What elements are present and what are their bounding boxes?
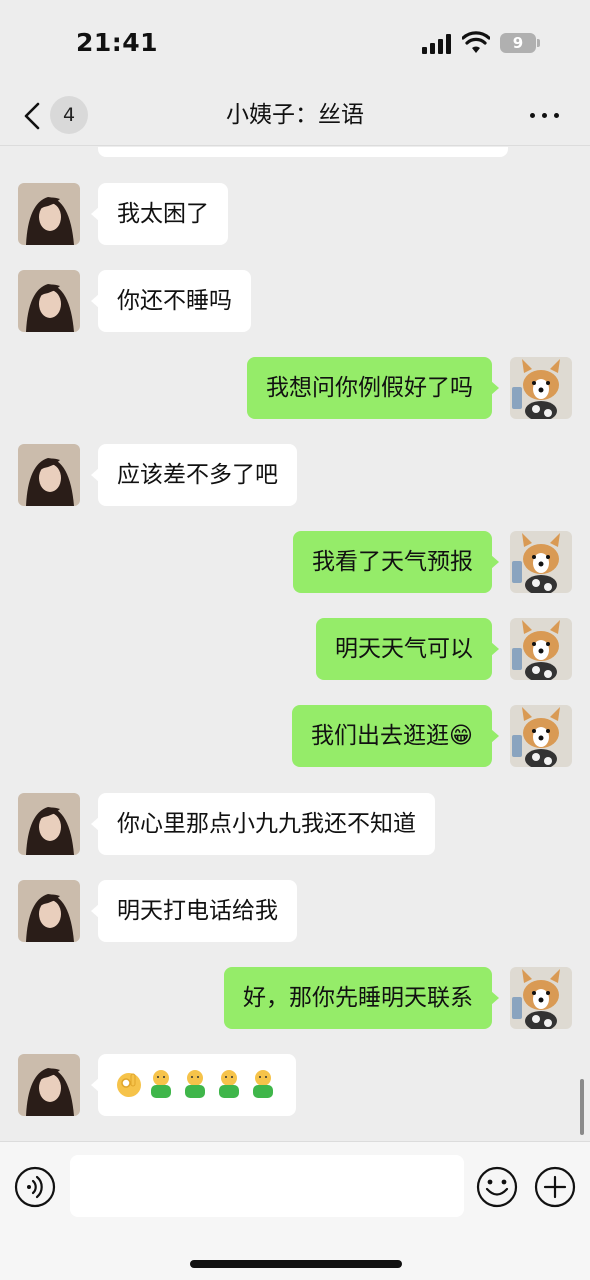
message-row: 我们出去逛逛😁 xyxy=(0,705,590,767)
voice-icon xyxy=(14,1166,56,1208)
hug-figure-emoji-icon xyxy=(253,1070,273,1098)
message-row: 你心里那点小九九我还不知道 xyxy=(0,793,590,855)
message-bubble-outgoing[interactable]: 我们出去逛逛😁 xyxy=(292,705,499,767)
message-row: 我太困了 xyxy=(0,183,590,245)
cellular-signal-icon xyxy=(422,34,454,54)
status-bar: 21:41 9 xyxy=(0,0,590,88)
message-row: 明天打电话给我 xyxy=(0,880,590,942)
message-row: 我想问你例假好了吗 xyxy=(0,357,590,419)
message-bubble-outgoing[interactable]: 明天天气可以 xyxy=(316,618,499,680)
message-bubble-incoming[interactable]: 你还不睡吗 xyxy=(91,270,251,332)
message-bubble-incoming-emoji[interactable] xyxy=(91,1054,296,1116)
more-button[interactable] xyxy=(528,102,562,128)
self-avatar[interactable] xyxy=(510,618,572,680)
message-bubble-incoming[interactable]: 你心里那点小九九我还不知道 xyxy=(91,793,435,855)
message-row: 好，那你先睡明天联系 xyxy=(0,967,590,1029)
voice-button[interactable] xyxy=(14,1166,56,1208)
message-row: 你还不睡吗 xyxy=(0,270,590,332)
battery-level: 9 xyxy=(512,34,524,52)
hug-figure-emoji-icon xyxy=(219,1070,239,1098)
more-dots-icon xyxy=(530,113,535,118)
contact-avatar[interactable] xyxy=(18,793,80,855)
home-indicator[interactable] xyxy=(190,1260,402,1268)
message-row: 我看了天气预报 xyxy=(0,531,590,593)
emoji-button[interactable] xyxy=(476,1166,518,1208)
message-bubble-outgoing[interactable]: 好，那你先睡明天联系 xyxy=(224,967,499,1029)
self-avatar[interactable] xyxy=(510,967,572,1029)
self-avatar[interactable] xyxy=(510,357,572,419)
message-row: 明天天气可以 xyxy=(0,618,590,680)
input-bar xyxy=(0,1141,590,1280)
wifi-icon xyxy=(462,31,490,53)
message-bubble-incoming[interactable]: 应该差不多了吧 xyxy=(91,444,297,506)
contact-avatar[interactable] xyxy=(18,270,80,332)
message-bubble-outgoing[interactable]: 我看了天气预报 xyxy=(293,531,499,593)
message-bubble-outgoing[interactable]: 我想问你例假好了吗 xyxy=(247,357,499,419)
self-avatar[interactable] xyxy=(510,531,572,593)
message-bubble-incoming[interactable]: 明天打电话给我 xyxy=(91,880,297,942)
more-actions-button[interactable] xyxy=(534,1166,576,1208)
contact-avatar[interactable] xyxy=(18,183,80,245)
ok-hand-emoji-icon xyxy=(117,1073,141,1097)
previous-message-bubble[interactable] xyxy=(98,147,508,157)
contact-avatar[interactable] xyxy=(18,880,80,942)
chat-title: 小姨子：丝语 xyxy=(226,102,364,128)
status-time: 21:41 xyxy=(76,28,159,57)
message-row: 应该差不多了吧 xyxy=(0,444,590,506)
contact-avatar[interactable] xyxy=(18,444,80,506)
chat-header: 4 小姨子：丝语 xyxy=(0,88,590,146)
message-list[interactable]: 我太困了 你还不睡吗 我想问你例假好了吗 应该差不多了吧 我看了天气预报 明天天… xyxy=(0,147,590,1141)
hug-figure-emoji-icon xyxy=(185,1070,205,1098)
message-input[interactable] xyxy=(70,1155,464,1217)
scrollbar[interactable] xyxy=(580,1079,584,1135)
message-bubble-incoming[interactable]: 我太困了 xyxy=(91,183,228,245)
plus-icon xyxy=(534,1166,576,1208)
battery-icon: 9 xyxy=(500,33,540,53)
message-row xyxy=(0,1054,590,1116)
self-avatar[interactable] xyxy=(510,705,572,767)
hug-figure-emoji-icon xyxy=(151,1070,171,1098)
contact-avatar[interactable] xyxy=(18,1054,80,1116)
emoji-face-icon xyxy=(476,1166,518,1208)
